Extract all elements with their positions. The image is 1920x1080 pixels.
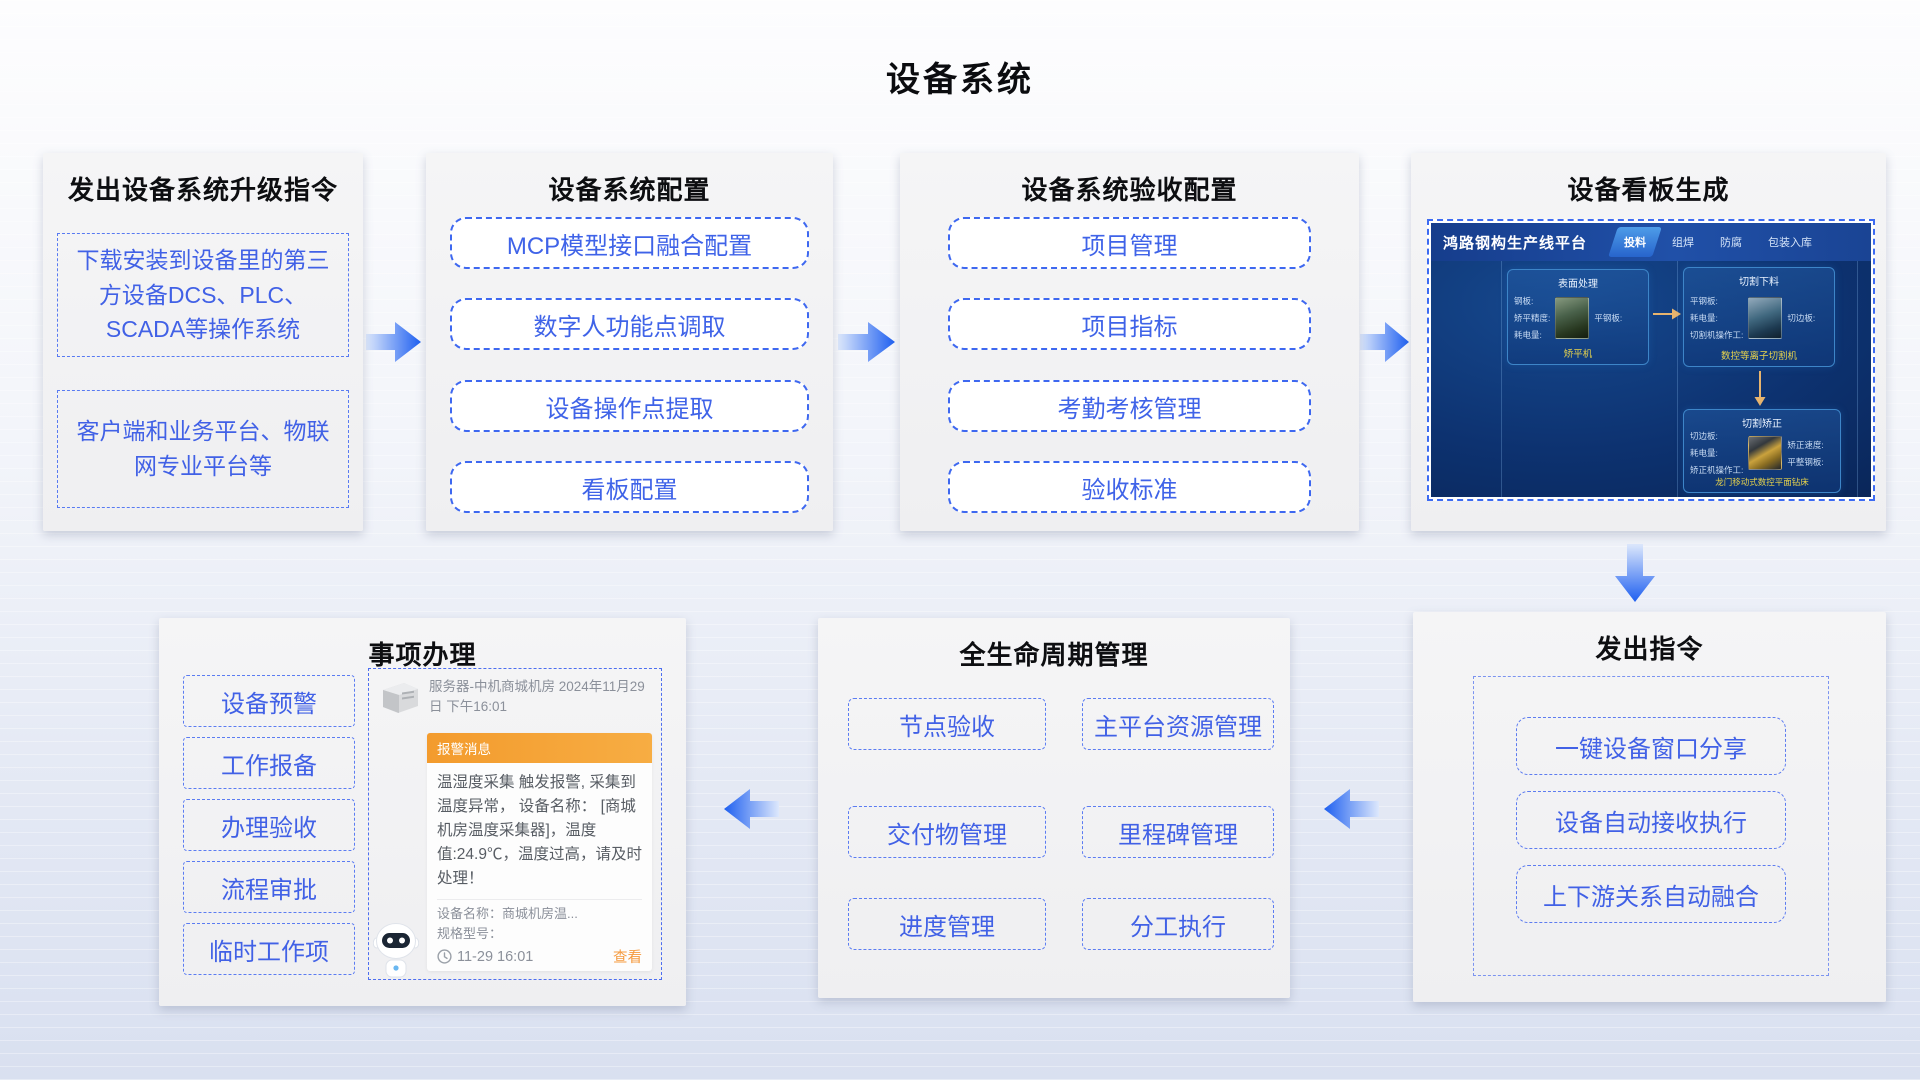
lifecycle-item: 进度管理 <box>848 898 1046 950</box>
task-item: 工作报备 <box>183 737 355 789</box>
robot-icon <box>373 923 419 978</box>
alert-device-spec: 规格型号： <box>437 925 503 941</box>
panel-config: 设备系统配置 MCP模型接口融合配置 数字人功能点调取 设备操作点提取 看板配置 <box>426 153 833 531</box>
lifecycle-item: 节点验收 <box>848 698 1046 750</box>
panel-acceptance: 设备系统验收配置 项目管理 项目指标 考勤考核管理 验收标准 <box>900 153 1359 531</box>
command-item: 设备自动接收执行 <box>1516 791 1786 849</box>
dashboard-tab-welding[interactable]: 组焊 <box>1659 223 1707 261</box>
dashboard-divider <box>1857 261 1858 497</box>
panel-config-title: 设备系统配置 <box>548 175 711 205</box>
panel-lifecycle: 全生命周期管理 节点验收 主平台资源管理 交付物管理 里程碑管理 进度管理 分工… <box>818 618 1290 998</box>
dashboard-body: 表面处理 钢板: 矫平精度: 耗电量: 平钢板: 矫平机 切割下料 平钢板: 耗… <box>1431 261 1871 497</box>
flow-arrow-down-icon <box>1615 544 1655 602</box>
dashboard-tabs: 投料 组焊 防腐 包装入库 <box>1611 223 1825 261</box>
task-item: 临时工作项 <box>183 923 355 975</box>
task-item: 流程审批 <box>183 861 355 913</box>
panel-kanban: 设备看板生成 鸿路钢构生产线平台 投料 组焊 防腐 包装入库 表面处理 钢板: … <box>1411 153 1886 531</box>
notification-source: 服务器-中机商城机房 2024年11月29日 下午16:01 <box>429 679 645 714</box>
machine-photo <box>1748 297 1783 339</box>
panel-upgrade-title: 发出设备系统升级指令 <box>67 175 338 205</box>
page-title: 设备系统 <box>886 61 1034 99</box>
lifecycle-item: 里程碑管理 <box>1082 806 1274 858</box>
dashboard-tab-anticorrosion[interactable]: 防腐 <box>1707 223 1755 261</box>
alert-device-name: 设备名称：商城机房温... <box>437 906 578 922</box>
alert-title-bar: 报警消息 <box>427 733 652 763</box>
lifecycle-item: 主平台资源管理 <box>1082 698 1274 750</box>
config-item: 数字人功能点调取 <box>450 298 809 350</box>
config-item: MCP模型接口融合配置 <box>450 217 809 269</box>
process-arrow-right-icon <box>1653 308 1681 320</box>
machine-card-cutting: 切割下料 平钢板: 耗电量: 切割机操作工: 切边板: 数控等离子切割机 <box>1683 267 1835 367</box>
flow-arrow-right-icon <box>366 322 421 362</box>
machine-name: 数控等离子切割机 <box>1720 351 1797 362</box>
dashboard-divider <box>1501 261 1502 497</box>
alert-body-text: 温湿度采集 触发报警, 采集到温度异常， 设备名称： [商城机房温度采集器]，温… <box>437 774 642 888</box>
upgrade-item: 客户端和业务平台、物联网专业平台等 <box>57 390 349 508</box>
panel-kanban-title: 设备看板生成 <box>1567 175 1730 205</box>
machine-card-correction: 切割矫正 切边板: 耗电量: 矫正机操作工: 矫正速度: 平整钢板: 龙门移动式… <box>1683 409 1841 493</box>
server-icon <box>383 683 418 713</box>
alert-notification-card: 服务器-中机商城机房 2024年11月29日 下午16:01 报警消息 温湿度采… <box>368 668 662 980</box>
upgrade-item: 下载安装到设备里的第三方设备DCS、PLC、SCADA等操作系统 <box>57 233 349 357</box>
flow-arrow-left-icon <box>1324 789 1379 829</box>
machine-photo <box>1748 436 1783 470</box>
panel-tasks: 事项办理 设备预警 工作报备 办理验收 流程审批 临时工作项 服务器-中机商城机… <box>159 618 686 1006</box>
command-group-box: 一键设备窗口分享 设备自动接收执行 上下游关系自动融合 <box>1473 676 1829 976</box>
dashboard-divider <box>1677 261 1678 497</box>
config-item: 设备操作点提取 <box>450 380 809 432</box>
config-item: 看板配置 <box>450 461 809 513</box>
flow-arrow-right-icon <box>838 322 895 362</box>
lifecycle-item: 交付物管理 <box>848 806 1046 858</box>
command-item: 一键设备窗口分享 <box>1516 717 1786 775</box>
dashboard-logo: 鸿路钢构生产线平台 <box>1443 234 1588 252</box>
machine-name: 矫平机 <box>1563 349 1593 360</box>
dashboard-screenshot: 鸿路钢构生产线平台 投料 组焊 防腐 包装入库 表面处理 钢板: 矫平精度: 耗… <box>1427 219 1875 501</box>
task-item: 办理验收 <box>183 799 355 851</box>
panel-command: 发出指令 一键设备窗口分享 设备自动接收执行 上下游关系自动融合 <box>1413 612 1886 1002</box>
machine-card-leveling: 表面处理 钢板: 矫平精度: 耗电量: 平钢板: 矫平机 <box>1507 269 1649 365</box>
dashboard-header: 鸿路钢构生产线平台 投料 组焊 防腐 包装入库 <box>1431 223 1871 261</box>
alert-bubble: 报警消息 温湿度采集 触发报警, 采集到温度异常， 设备名称： [商城机房温度采… <box>427 733 652 971</box>
command-item: 上下游关系自动融合 <box>1516 865 1786 923</box>
panel-lifecycle-title: 全生命周期管理 <box>959 640 1149 670</box>
alert-time: 11-29 16:01 <box>457 948 534 965</box>
flow-arrow-right-icon <box>1360 322 1409 362</box>
dashboard-tab-packing[interactable]: 包装入库 <box>1755 223 1825 261</box>
panel-acceptance-title: 设备系统验收配置 <box>1021 175 1238 205</box>
machine-name: 龙门移动式数控平面钻床 <box>1715 477 1809 487</box>
dashboard-tab-feeding[interactable]: 投料 <box>1611 223 1659 261</box>
diagram-canvas: 设备系统 发出设备系统升级指令 下载安装到设备里的第三方设备DCS、PLC、SC… <box>0 0 1920 1080</box>
acceptance-item: 验收标准 <box>948 461 1311 513</box>
divider <box>437 899 642 901</box>
panel-upgrade: 发出设备系统升级指令 下载安装到设备里的第三方设备DCS、PLC、SCADA等操… <box>43 153 363 531</box>
view-link[interactable]: 查看 <box>613 946 642 967</box>
panel-tasks-title: 事项办理 <box>368 640 477 670</box>
clock-icon <box>437 949 452 964</box>
machine-photo <box>1555 297 1590 339</box>
process-arrow-down-icon <box>1754 371 1766 406</box>
panel-command-title: 发出指令 <box>1595 634 1704 664</box>
lifecycle-item: 分工执行 <box>1082 898 1274 950</box>
acceptance-item: 项目指标 <box>948 298 1311 350</box>
acceptance-item: 项目管理 <box>948 217 1311 269</box>
flow-arrow-left-icon <box>724 789 779 829</box>
acceptance-item: 考勤考核管理 <box>948 380 1311 432</box>
task-item: 设备预警 <box>183 675 355 727</box>
